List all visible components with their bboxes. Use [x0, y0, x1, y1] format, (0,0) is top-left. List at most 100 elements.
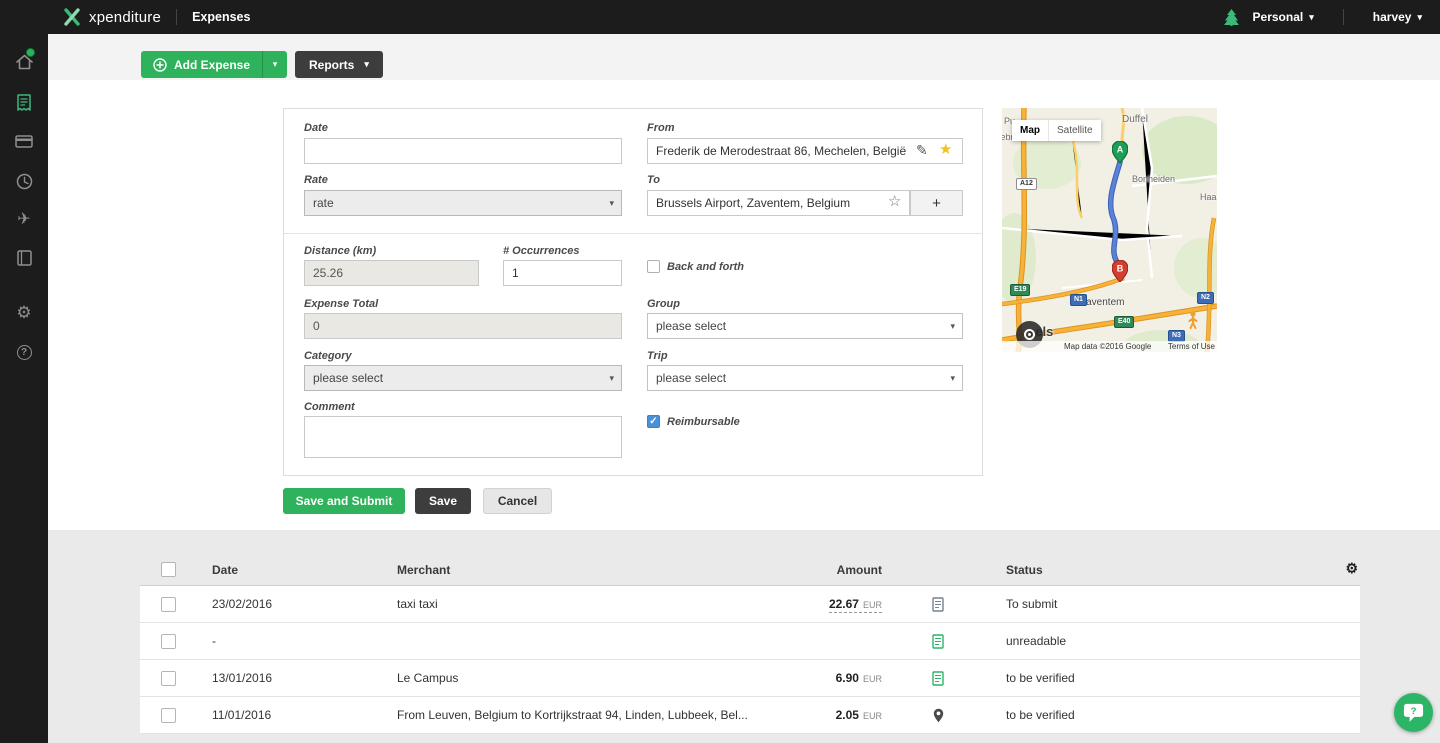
amount-link[interactable]: 6.90 EUR	[836, 671, 882, 685]
table-row[interactable]: 13/01/2016 Le Campus 6.90 EUR to be verif…	[140, 660, 1360, 697]
back-and-forth-checkbox[interactable]: Back and forth	[647, 260, 744, 273]
topbar-divider	[1342, 9, 1344, 25]
tree-icon[interactable]	[1223, 8, 1239, 26]
chevron-down-icon: ▾	[1417, 11, 1422, 22]
topbar-divider	[176, 9, 178, 25]
save-and-submit-button[interactable]: Save and Submit	[283, 488, 405, 514]
cell-merchant: taxi taxi	[397, 597, 438, 611]
sidebar: ✈ ⚙ ?	[0, 34, 48, 743]
app-window: xpenditure Expenses Personal ▾ harvey ▾	[0, 0, 1440, 743]
amount-link[interactable]: 2.05 EUR	[836, 708, 882, 722]
map-attribution-text: Map data ©2016 Google	[1064, 342, 1152, 351]
add-expense-button[interactable]: Add Expense ▾	[141, 51, 288, 78]
favorite-star-outline-icon[interactable]: ☆	[888, 194, 901, 209]
row-checkbox[interactable]	[161, 596, 176, 612]
xpenditure-logo-icon	[64, 8, 80, 26]
map-place-label: Duffel	[1122, 114, 1148, 125]
reports-button[interactable]: Reports ▾	[295, 51, 383, 78]
save-button[interactable]: Save	[415, 488, 471, 514]
cell-date: 13/01/2016	[212, 671, 273, 685]
select-all-checkbox[interactable]	[161, 562, 176, 577]
expense-total-input[interactable]	[304, 313, 622, 339]
expense-total-label: Expense Total	[304, 298, 379, 310]
group-select[interactable]: please select ▾	[647, 313, 963, 339]
map-marker-b: B	[1112, 260, 1128, 282]
occurrences-input[interactable]	[503, 260, 622, 286]
distance-label: Distance (km)	[304, 245, 377, 257]
comment-textarea[interactable]	[304, 416, 622, 458]
receipt-green-icon[interactable]	[932, 670, 944, 686]
clock-icon	[16, 173, 32, 189]
cancel-button[interactable]: Cancel	[483, 488, 552, 514]
edit-address-icon[interactable]: ✎	[916, 143, 928, 157]
table-row[interactable]: 11/01/2016 From Leuven, Belgium to Kortr…	[140, 697, 1360, 734]
trip-select[interactable]: please select ▾	[647, 365, 963, 391]
expenses-receipt-icon	[17, 93, 31, 111]
cell-status: to be verified	[1006, 708, 1075, 722]
add-expense-dropdown-toggle[interactable]: ▾	[262, 51, 287, 78]
favorite-star-icon[interactable]: ★	[939, 142, 952, 157]
trip-label: Trip	[647, 350, 668, 362]
brand[interactable]: xpenditure	[62, 7, 161, 27]
add-destination-button[interactable]: +	[910, 190, 963, 216]
table-settings-gear-icon[interactable]: ⚙	[1345, 560, 1358, 577]
add-expense-label: Add Expense	[174, 57, 251, 72]
category-select[interactable]: please select ▾	[304, 365, 622, 391]
sidebar-item-help[interactable]: ?	[14, 342, 34, 362]
receipt-green-icon[interactable]	[932, 633, 944, 649]
cell-status: unreadable	[1006, 634, 1067, 648]
workspace-selector[interactable]: Personal ▾	[1253, 10, 1314, 24]
row-checkbox[interactable]	[161, 670, 176, 686]
row-checkbox[interactable]	[161, 633, 176, 649]
sidebar-item-expenses[interactable]	[14, 92, 34, 112]
plus-icon: +	[932, 194, 941, 212]
chevron-down-icon: ▾	[1309, 11, 1314, 22]
trip-value: please select	[656, 371, 727, 385]
target-icon	[1024, 329, 1035, 340]
brand-name: xpenditure	[89, 8, 162, 26]
cell-date: 23/02/2016	[212, 597, 273, 611]
row-checkbox[interactable]	[161, 707, 176, 723]
map[interactable]: Map Satellite Pu Willebroek Duffel Bonhe…	[1002, 108, 1217, 352]
pegman-icon[interactable]	[1188, 311, 1198, 329]
map-marker-a: A	[1112, 141, 1128, 163]
cell-status: to be verified	[1006, 671, 1075, 685]
table-row[interactable]: - unreadable	[140, 623, 1360, 660]
comment-label: Comment	[304, 401, 355, 413]
cell-date: 11/01/2016	[212, 708, 272, 722]
rate-select[interactable]: rate ▾	[304, 190, 622, 216]
question-icon: ?	[16, 344, 32, 360]
chevron-down-icon: ▾	[609, 197, 614, 208]
category-value: please select	[313, 371, 384, 385]
header-status: Status	[1006, 562, 1043, 577]
distance-input[interactable]	[304, 260, 479, 286]
date-label: Date	[304, 122, 328, 134]
satellite-view-button[interactable]: Satellite	[1048, 120, 1101, 141]
map-place-label: Haac	[1200, 192, 1217, 202]
header-date: Date	[212, 562, 239, 577]
location-pin-icon[interactable]	[933, 708, 944, 723]
help-chat-button[interactable]: ?	[1394, 693, 1433, 732]
map-view-button[interactable]: Map	[1012, 120, 1048, 141]
chevron-down-icon: ▾	[950, 320, 955, 331]
sidebar-item-trips[interactable]: ✈	[14, 209, 34, 229]
expense-form-panel: Date Rate rate ▾ Distance (km) # Occurre…	[283, 108, 983, 476]
sidebar-item-cards[interactable]	[14, 131, 34, 151]
sidebar-item-settings[interactable]: ⚙	[14, 303, 34, 323]
date-input[interactable]	[304, 138, 622, 164]
terms-of-use-link[interactable]: Terms of Use	[1168, 342, 1215, 351]
to-input[interactable]	[647, 190, 910, 216]
table-header-row: Date Merchant Amount Status ⚙	[140, 554, 1360, 586]
receipt-icon[interactable]	[932, 596, 944, 612]
reimbursable-checkbox[interactable]: ✓ Reimbursable	[647, 415, 740, 428]
chat-bubble-icon: ?	[1403, 703, 1424, 722]
sidebar-item-history[interactable]	[14, 171, 34, 191]
sidebar-item-reports[interactable]	[14, 248, 34, 268]
user-menu[interactable]: harvey ▾	[1373, 10, 1422, 24]
map-type-control: Map Satellite	[1012, 120, 1101, 141]
reimbursable-label: Reimbursable	[667, 415, 740, 428]
occurrences-label: # Occurrences	[503, 245, 580, 257]
map-attribution: Map data ©2016 Google Terms of Use	[1002, 341, 1217, 352]
table-row[interactable]: 23/02/2016 taxi taxi 22.67 EUR To submit	[140, 586, 1360, 623]
amount-link[interactable]: 22.67 EUR	[828, 597, 882, 613]
